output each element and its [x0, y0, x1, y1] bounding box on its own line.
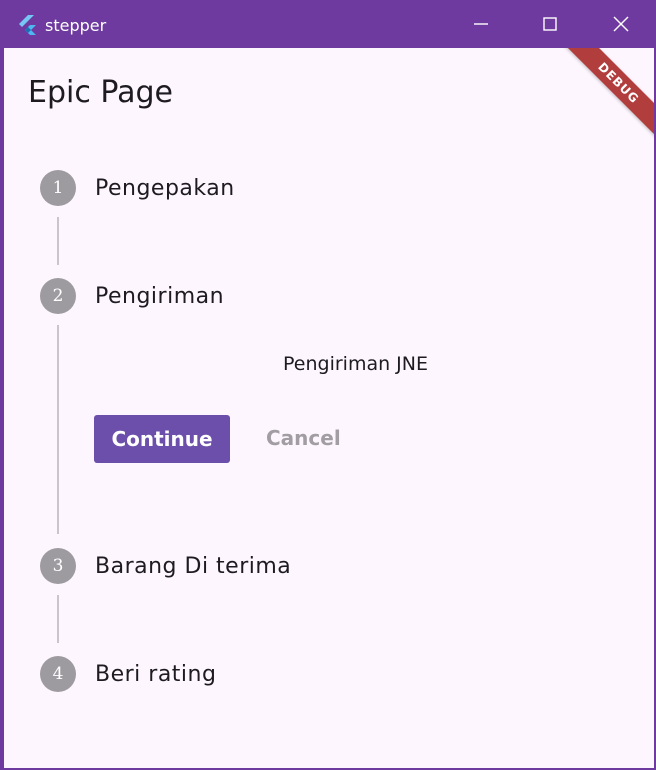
step-3[interactable]: 3 Barang Di terima: [40, 548, 291, 584]
step-title: Beri rating: [95, 661, 217, 687]
step-title: Barang Di terima: [95, 553, 292, 579]
minimize-icon: [474, 23, 488, 25]
close-icon: [613, 16, 629, 32]
continue-button[interactable]: Continue: [94, 415, 230, 463]
debug-banner: DEBUG: [559, 48, 654, 143]
step-2[interactable]: 2 Pengiriman: [40, 278, 224, 314]
maximize-icon: [543, 17, 557, 31]
step-connector: [57, 595, 59, 643]
step-number-badge: 4: [40, 656, 76, 692]
page-content: Epic Page 1 Pengepakan 2 Pengiriman Peng…: [4, 48, 654, 768]
close-button[interactable]: [586, 0, 656, 48]
step-title: Pengepakan: [95, 175, 235, 201]
step-1[interactable]: 1 Pengepakan: [40, 170, 235, 206]
step-number-badge: 3: [40, 548, 76, 584]
cancel-button[interactable]: Cancel: [266, 426, 341, 450]
step-connector: [57, 217, 59, 265]
title-bar[interactable]: stepper: [0, 0, 656, 48]
page-title: Epic Page: [28, 75, 173, 110]
maximize-button[interactable]: [515, 0, 585, 48]
step-number-badge: 1: [40, 170, 76, 206]
step-content: Pengiriman JNE: [283, 353, 428, 375]
step-connector: [57, 325, 59, 534]
app-window: stepper Epic Page 1 Pengepakan 2 Pengiri…: [0, 0, 656, 770]
step-number-badge: 2: [40, 278, 76, 314]
window-title: stepper: [45, 16, 107, 35]
minimize-button[interactable]: [446, 0, 516, 48]
flutter-logo-icon: [19, 15, 36, 35]
step-4[interactable]: 4 Beri rating: [40, 656, 216, 692]
step-title: Pengiriman: [95, 283, 225, 309]
